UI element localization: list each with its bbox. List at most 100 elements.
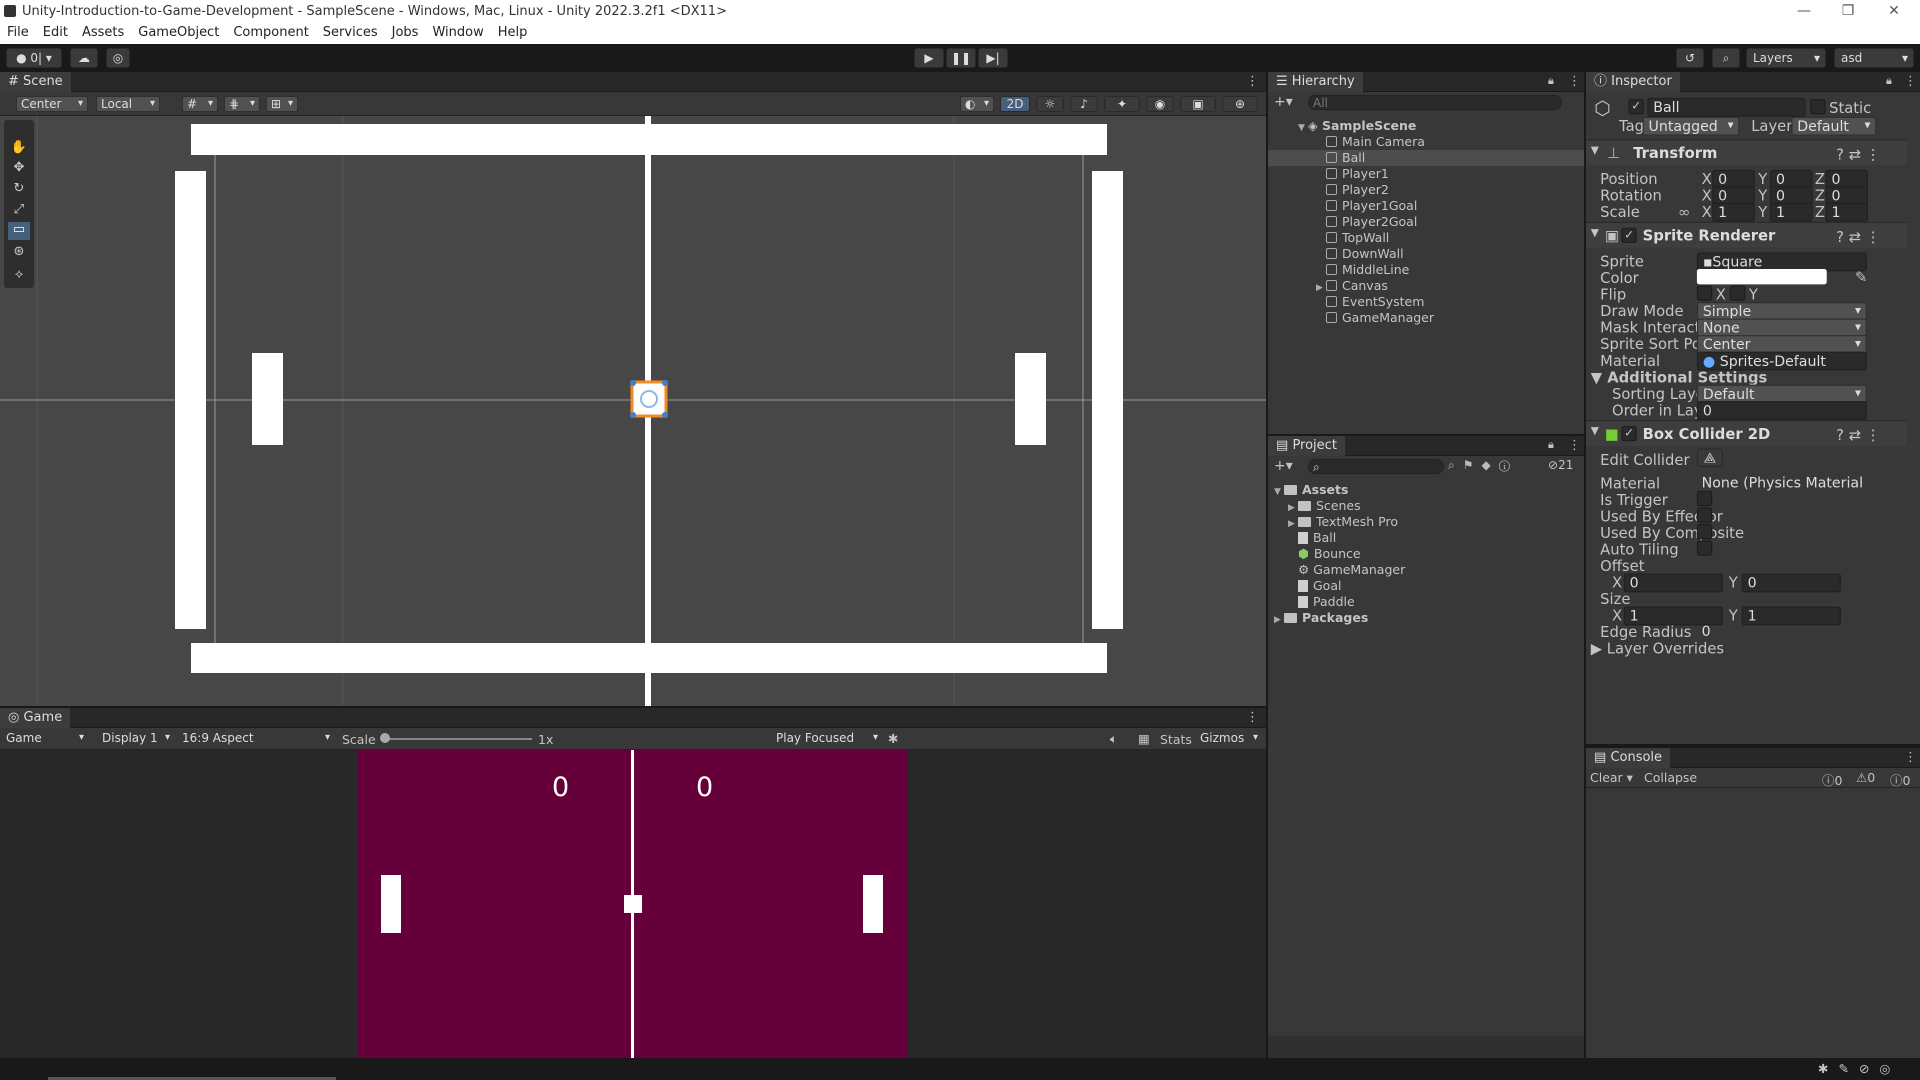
search-icon[interactable]: ⌕ — [1712, 48, 1740, 68]
tab-console[interactable]: ▤ Console — [1586, 748, 1671, 768]
project-item-paddle[interactable]: Paddle — [1298, 594, 1355, 610]
flip-x-checkbox[interactable] — [1696, 285, 1713, 301]
project-assets-root[interactable]: ▼ Assets — [1274, 482, 1348, 498]
audio-icon[interactable]: ♪ — [1070, 96, 1098, 112]
tab-inspector[interactable]: ⓘ Inspector — [1586, 72, 1680, 92]
project-search[interactable]: ⌕ — [1308, 459, 1444, 474]
menu-window[interactable]: Window — [425, 24, 490, 42]
layer-overrides-foldout[interactable]: ▶ Layer Overrides — [1591, 640, 1724, 658]
log-count[interactable]: ⓘ0 — [1822, 770, 1842, 789]
mute-icon[interactable]: 🔈︎ — [1110, 731, 1118, 747]
project-packages-root[interactable]: ▶ Packages — [1274, 610, 1368, 626]
project-item-goal[interactable]: Goal — [1298, 578, 1341, 594]
space-dropdown[interactable]: Local — [96, 96, 160, 112]
minimize-icon[interactable]: — — [1782, 0, 1826, 24]
gizmos-icon[interactable]: ⊕ — [1222, 96, 1258, 112]
grid-dropdown[interactable]: ⋕ — [224, 96, 260, 112]
step-button[interactable]: ▶| — [978, 48, 1008, 68]
offset-x[interactable]: 0 — [1623, 573, 1723, 593]
menu-edit[interactable]: Edit — [36, 24, 75, 42]
menu-component[interactable]: Component — [226, 24, 315, 42]
hierarchy-menu-icon[interactable]: ⋮ — [1568, 74, 1581, 89]
active-checkbox[interactable]: ✓ — [1628, 99, 1644, 115]
menu-jobs[interactable]: Jobs — [385, 24, 426, 42]
scene-menu-icon[interactable]: ⋮ — [1246, 74, 1259, 89]
hierarchy-item-eventsystem[interactable]: EventSystem — [1326, 294, 1424, 310]
menu-services[interactable]: Services — [316, 24, 385, 42]
project-item-ball[interactable]: Ball — [1298, 530, 1336, 546]
layer-dropdown[interactable]: Default — [1791, 116, 1877, 136]
color-swatch[interactable] — [1696, 269, 1827, 285]
layout-dropdown[interactable]: asd ▾ — [1834, 48, 1914, 68]
camera-icon[interactable]: ▣ — [1180, 96, 1216, 112]
project-item-bounce[interactable]: ⬢ Bounce — [1298, 546, 1361, 562]
inspector-menu-icon[interactable]: ⋮ — [1904, 74, 1917, 89]
sprite-renderer-header[interactable]: ▼ ▣ ✓ Sprite Renderer ? ⇄ ⋮ — [1586, 221, 1907, 248]
project-add-button[interactable]: +▾ — [1274, 458, 1293, 474]
keyboard-icon[interactable]: ▦ — [1138, 731, 1150, 746]
tab-scene[interactable]: # Scene — [0, 72, 71, 92]
scale-slider[interactable] — [382, 738, 532, 740]
hierarchy-item-player1goal[interactable]: Player1Goal — [1326, 198, 1417, 214]
auto-tiling-checkbox[interactable] — [1696, 540, 1713, 556]
hierarchy-item-middleline[interactable]: MiddleLine — [1326, 262, 1409, 278]
hierarchy-item-downwall[interactable]: DownWall — [1326, 246, 1404, 262]
maximize-icon[interactable]: ❐ — [1826, 0, 1870, 24]
hierarchy-item-canvas[interactable]: ▶ Canvas — [1316, 278, 1388, 294]
used-by-composite-checkbox[interactable] — [1696, 523, 1713, 540]
visibility-icon[interactable]: ◉ — [1146, 96, 1174, 112]
hierarchy-item-gamemanager[interactable]: GameManager — [1326, 310, 1434, 326]
pivot-dropdown[interactable]: Center — [16, 96, 88, 112]
hierarchy-item-main-camera[interactable]: Main Camera — [1326, 134, 1425, 150]
hierarchy-search[interactable]: All — [1308, 95, 1562, 110]
collab-icon[interactable]: ◎ — [106, 48, 130, 68]
game-menu-icon[interactable]: ⋮ — [1246, 710, 1259, 725]
menu-help[interactable]: Help — [491, 24, 535, 42]
scale-x[interactable]: 1 — [1712, 202, 1755, 222]
eyedropper-icon[interactable]: ✎ — [1855, 268, 1867, 286]
menu-gameobject[interactable]: GameObject — [131, 24, 226, 42]
sprite-renderer-enabled[interactable]: ✓ — [1621, 227, 1637, 244]
component-menu-icons[interactable]: ? ⇄ ⋮ — [1836, 228, 1880, 246]
order-in-layer-field[interactable]: 0 — [1696, 401, 1867, 421]
layers-dropdown[interactable]: Layers ▾ — [1746, 48, 1826, 68]
edit-collider-button[interactable]: ⟁ — [1696, 448, 1723, 468]
project-item-gamemanager[interactable]: ⚙ GameManager — [1298, 562, 1405, 578]
box-collider-enabled[interactable]: ✓ — [1621, 425, 1637, 442]
gizmos-dropdown[interactable]: Gizmos — [1196, 731, 1262, 747]
increment-snap-dropdown[interactable]: ⊞ — [266, 96, 298, 112]
clear-button[interactable]: Clear ▾ — [1590, 770, 1633, 785]
close-icon[interactable]: ✕ — [1872, 0, 1916, 24]
hierarchy-item-ball[interactable]: Ball — [1268, 150, 1584, 166]
transform-header[interactable]: ▼ ⊥ Transform ? ⇄ ⋮ — [1586, 139, 1907, 166]
menu-assets[interactable]: Assets — [75, 24, 131, 42]
play-button[interactable]: ▶ — [914, 48, 944, 68]
hierarchy-add-button[interactable]: +▾ — [1274, 94, 1293, 110]
scene-canvas[interactable] — [0, 116, 1266, 706]
grid-snap-dropdown[interactable]: # — [182, 96, 218, 112]
display-dropdown[interactable]: Display 1 — [98, 731, 174, 747]
tab-hierarchy[interactable]: ☰ Hierarchy — [1268, 72, 1363, 92]
lock-icon[interactable]: 🔒︎ — [1886, 74, 1892, 88]
hierarchy-item-player2goal[interactable]: Player2Goal — [1326, 214, 1417, 230]
scale-z[interactable]: 1 — [1825, 202, 1869, 222]
flip-y-checkbox[interactable] — [1729, 285, 1746, 301]
project-item-textmesh-pro[interactable]: ▶ TextMesh Pro — [1288, 514, 1398, 530]
draw-mode-dropdown[interactable]: ◐ — [960, 96, 994, 112]
toggle-2d-button[interactable]: 2D — [1000, 96, 1030, 112]
offset-y[interactable]: 0 — [1741, 573, 1841, 593]
cloud-icon[interactable]: ☁ — [70, 48, 98, 68]
hierarchy-item-player1[interactable]: Player1 — [1326, 166, 1389, 182]
project-menu-icon[interactable]: ⋮ — [1568, 438, 1581, 453]
used-by-effector-checkbox[interactable] — [1696, 507, 1713, 523]
scale-y[interactable]: 1 — [1770, 202, 1813, 222]
warning-count[interactable]: ⚠0 — [1856, 770, 1875, 785]
game-mode-dropdown[interactable]: Game — [2, 731, 88, 747]
play-focused-dropdown[interactable]: Play Focused — [772, 731, 882, 747]
component-menu-icons[interactable]: ? ⇄ ⋮ — [1836, 426, 1880, 444]
collapse-button[interactable]: Collapse — [1644, 770, 1697, 785]
static-checkbox[interactable] — [1810, 99, 1826, 115]
scale-slider-handle[interactable] — [380, 733, 390, 743]
additional-settings-foldout[interactable]: ▼ Additional Settings — [1591, 368, 1768, 386]
hidden-packages-count[interactable]: ⊘21 — [1548, 458, 1573, 472]
